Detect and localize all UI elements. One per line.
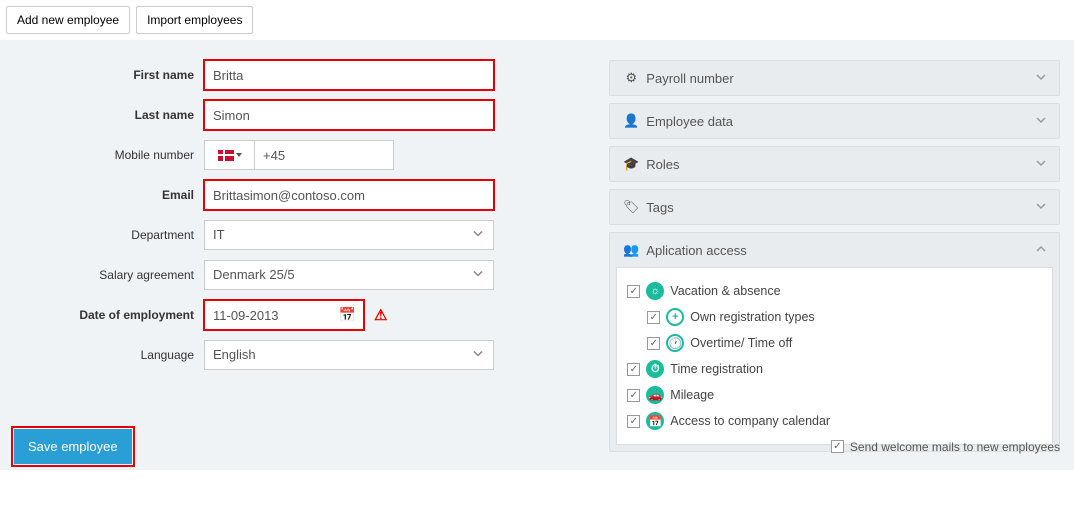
denmark-flag-icon xyxy=(218,150,234,161)
salary-agreement-label: Salary agreement xyxy=(14,268,204,282)
panel-title: Employee data xyxy=(646,114,1035,129)
save-employee-button[interactable]: Save employee xyxy=(14,429,132,464)
panel-title: Roles xyxy=(646,157,1035,172)
send-welcome-mails-label: Send welcome mails to new employees xyxy=(850,440,1060,454)
calendar-icon[interactable]: 📅 xyxy=(339,307,356,324)
tree-label: Mileage xyxy=(670,388,714,402)
panel-payroll-number[interactable]: ⚙ Payroll number xyxy=(610,61,1059,95)
last-name-label: Last name xyxy=(14,108,204,122)
tree-label: Vacation & absence xyxy=(670,284,780,298)
panel-application-access[interactable]: 👥 Aplication access xyxy=(610,233,1059,267)
email-label: Email xyxy=(14,188,204,202)
chevron-down-icon xyxy=(1035,114,1047,129)
chevron-down-icon xyxy=(1035,200,1047,215)
country-flag-selector[interactable] xyxy=(204,140,254,170)
calendar-access-checkbox[interactable] xyxy=(627,415,640,428)
vacation-icon: ☼ xyxy=(646,282,664,300)
department-select[interactable]: IT xyxy=(204,220,494,250)
email-field[interactable] xyxy=(204,180,494,210)
panel-title: Payroll number xyxy=(646,71,1035,86)
users-icon: 👥 xyxy=(622,242,640,258)
department-label: Department xyxy=(14,228,204,242)
last-name-field[interactable] xyxy=(204,100,494,130)
mobile-number-label: Mobile number xyxy=(14,148,204,162)
overtime-checkbox[interactable] xyxy=(647,337,660,350)
tree-label: Access to company calendar xyxy=(670,414,830,428)
language-label: Language xyxy=(14,348,204,362)
tree-label: Own registration types xyxy=(690,310,814,324)
plus-icon: + xyxy=(666,308,684,326)
main-form-area: First name Last name Mobile number Email… xyxy=(0,40,1074,470)
mileage-icon: 🚗 xyxy=(646,386,664,404)
import-employees-button[interactable]: Import employees xyxy=(136,6,253,34)
own-types-checkbox[interactable] xyxy=(647,311,660,324)
calendar-access-icon: 📅 xyxy=(646,412,664,430)
chevron-up-icon xyxy=(1035,243,1047,258)
panel-employee-data[interactable]: 👤 Employee data xyxy=(610,104,1059,138)
graduation-cap-icon: 🎓 xyxy=(622,156,640,172)
first-name-label: First name xyxy=(14,68,204,82)
application-access-body: ☼ Vacation & absence + Own registration … xyxy=(616,267,1053,445)
first-name-field[interactable] xyxy=(204,60,494,90)
salary-agreement-select[interactable]: Denmark 25/5 xyxy=(204,260,494,290)
person-icon: 👤 xyxy=(622,113,640,129)
date-of-employment-label: Date of employment xyxy=(14,308,204,322)
chevron-down-icon xyxy=(1035,71,1047,86)
clock-icon: 🕐 xyxy=(666,334,684,352)
tree-label: Overtime/ Time off xyxy=(690,336,792,350)
caret-down-icon xyxy=(236,153,242,157)
mileage-checkbox[interactable] xyxy=(627,389,640,402)
vacation-checkbox[interactable] xyxy=(627,285,640,298)
error-icon: ⚠ xyxy=(374,306,387,324)
panel-title: Aplication access xyxy=(646,243,1035,258)
panel-title: Tags xyxy=(646,200,1035,215)
tags-icon: 🏷 xyxy=(622,199,640,215)
panel-roles[interactable]: 🎓 Roles xyxy=(610,147,1059,181)
add-new-employee-button[interactable]: Add new employee xyxy=(6,6,130,34)
time-registration-checkbox[interactable] xyxy=(627,363,640,376)
gear-icon: ⚙ xyxy=(622,70,640,86)
language-select[interactable]: English xyxy=(204,340,494,370)
send-welcome-mails-checkbox[interactable] xyxy=(831,440,844,453)
time-registration-icon: ⏱ xyxy=(646,360,664,378)
tree-label: Time registration xyxy=(670,362,763,376)
mobile-number-field[interactable] xyxy=(254,140,394,170)
chevron-down-icon xyxy=(1035,157,1047,172)
panel-tags[interactable]: 🏷 Tags xyxy=(610,190,1059,224)
